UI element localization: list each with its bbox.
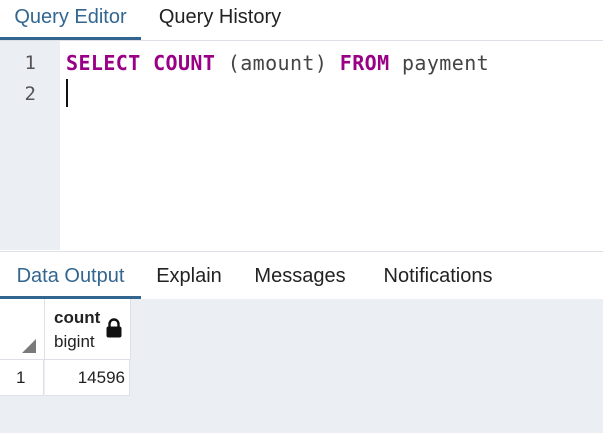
sql-keyword: FROM [339,51,390,75]
output-tab-bar: Data Output Explain Messages Notificatio… [0,251,603,300]
editor-tab-bar: Query Editor Query History [0,0,603,41]
sql-editor[interactable]: 1 2 SELECT COUNT (amount) FROM payment [0,41,603,250]
lock-icon [106,318,122,338]
tab-query-editor[interactable]: Query Editor [0,0,141,40]
sql-keyword: COUNT [153,51,216,75]
tab-explain[interactable]: Explain [148,252,230,296]
sql-table-name: payment [401,51,490,75]
code-line[interactable]: SELECT COUNT (amount) FROM payment [66,51,489,75]
column-type: bigint [54,332,95,351]
tab-query-history[interactable]: Query History [146,0,294,37]
sql-keyword: SELECT [66,51,141,75]
line-number: 1 [24,52,36,74]
query-tool: Query Editor Query History 1 2 SELECT CO… [0,0,603,433]
corner-triangle-icon [22,339,36,353]
tab-notifications[interactable]: Notifications [370,252,506,296]
column-name: count [54,308,101,327]
row-number[interactable]: 1 [0,360,44,396]
line-number: 2 [24,83,36,105]
text-cursor [66,79,68,107]
select-all-corner[interactable] [0,299,45,360]
tab-messages[interactable]: Messages [245,252,355,296]
sql-argument: (amount) [227,51,328,75]
column-header-count[interactable]: count bigint [45,299,131,360]
result-grid: count bigint 1 14596 [0,299,603,433]
line-number-gutter: 1 2 [0,41,60,250]
table-cell[interactable]: 14596 [45,360,130,396]
tab-data-output[interactable]: Data Output [0,252,141,299]
